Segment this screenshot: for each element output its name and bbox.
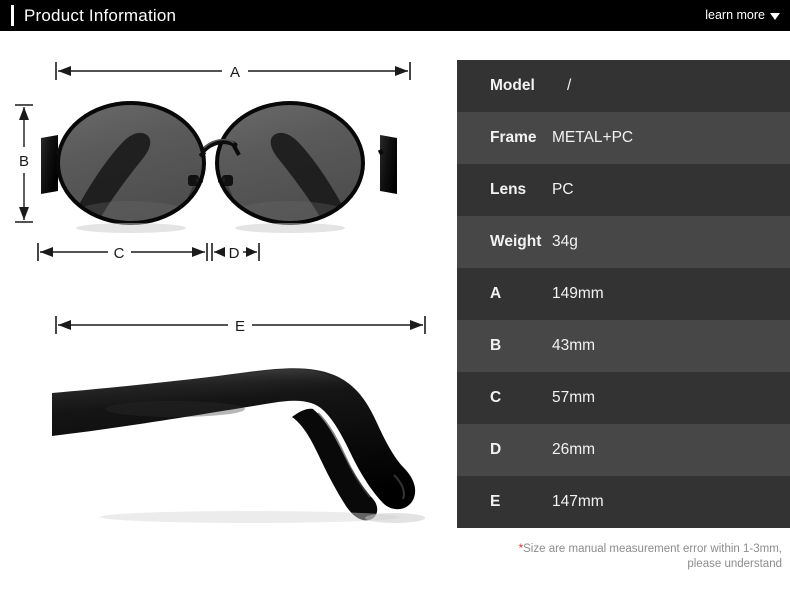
spec-value: / (567, 77, 572, 94)
spec-value: 34g (552, 233, 578, 250)
table-row: Model / (457, 60, 790, 112)
spec-label: A (490, 285, 502, 302)
spec-label: D (490, 441, 502, 458)
chevron-down-icon (770, 13, 780, 20)
table-row: Weight 34g (457, 216, 790, 268)
dimension-label-b: B (19, 153, 29, 170)
spec-value: METAL+PC (552, 129, 634, 146)
table-row: Lens PC (457, 164, 790, 216)
dimension-arrow-d: D (211, 243, 260, 262)
spec-value: 26mm (552, 441, 596, 458)
table-row: B 43mm (457, 320, 790, 372)
spec-value: 147mm (552, 493, 604, 510)
table-row: A 149mm (457, 268, 790, 320)
learn-more-label: learn more (705, 8, 765, 22)
dimension-label-c: C (114, 245, 125, 262)
spec-value: 43mm (552, 337, 596, 354)
dimension-label-e: E (235, 318, 245, 335)
spec-label: Frame (490, 129, 537, 146)
spec-label: B (490, 337, 502, 354)
diagram-svg: A B C D E (15, 62, 426, 523)
sunglasses-side-view (52, 368, 425, 523)
spec-label: Model (490, 77, 535, 94)
dimension-arrow-a: A (55, 62, 411, 81)
measurement-disclaimer: *Size are manual measurement error withi… (457, 542, 782, 572)
disclaimer-text-1: Size are manual measurement error within… (523, 543, 782, 555)
spec-label: Weight (490, 233, 542, 250)
header-accent-bar (11, 5, 14, 26)
page-title: Product Information (24, 6, 177, 25)
table-row: C 57mm (457, 372, 790, 424)
sunglasses-front-view (41, 101, 397, 233)
dimension-label-a: A (230, 64, 240, 81)
learn-more-button[interactable]: learn more (705, 0, 780, 31)
spec-label: E (490, 493, 501, 510)
spec-label: C (490, 389, 502, 406)
dimension-arrow-e: E (55, 316, 426, 335)
table-row: D 26mm (457, 424, 790, 476)
spec-value: 149mm (552, 285, 604, 302)
spec-value: 57mm (552, 389, 596, 406)
dimension-arrow-b: B (15, 104, 33, 223)
table-row: Frame METAL+PC (457, 112, 790, 164)
spec-label: Lens (490, 181, 527, 198)
table-row: E 147mm (457, 476, 790, 528)
product-diagram-panel: A B C D E (0, 31, 455, 599)
disclaimer-line-1: *Size are manual measurement error withi… (457, 542, 782, 557)
page-header: Product Information learn more (0, 0, 790, 31)
specification-table: Model / Frame METAL+PC Lens PC Weight 34… (457, 60, 790, 528)
dimension-label-d: D (229, 245, 240, 262)
disclaimer-line-2: please understand (687, 558, 782, 570)
spec-value: PC (552, 181, 574, 198)
dimension-arrow-c: C (37, 243, 208, 262)
